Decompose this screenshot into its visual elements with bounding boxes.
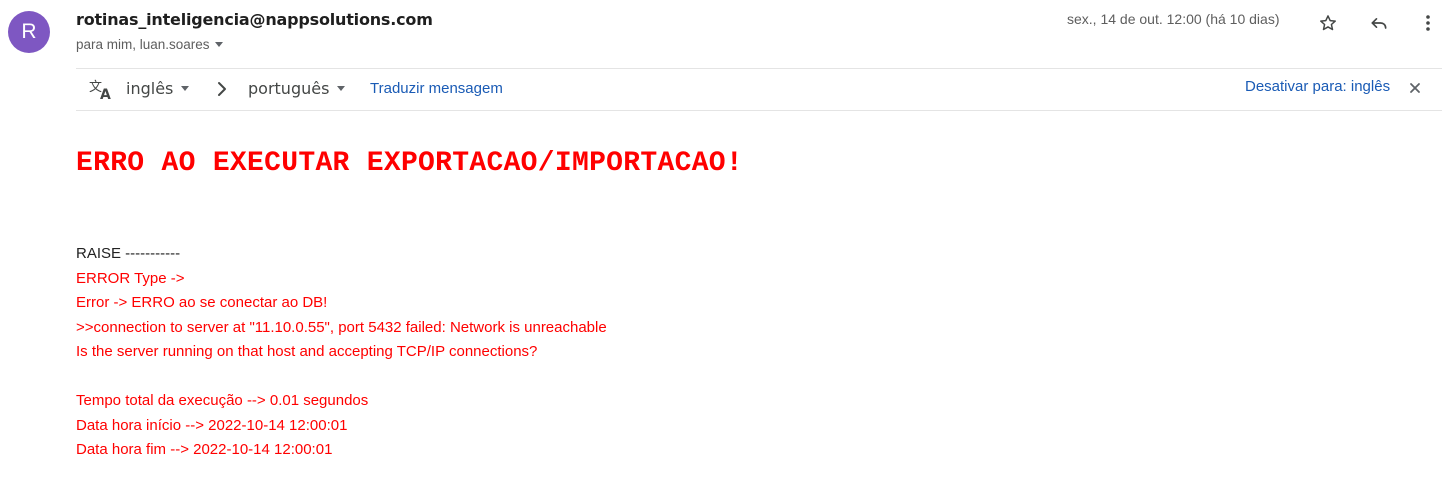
summary-line: Data hora início --> 2022-10-14 12:00:01 [76,416,348,434]
message-body: RAISE ----------- ERROR Type -> Error ->… [76,242,607,463]
translate-icon: 文 A [89,80,111,100]
source-language-label: inglês [126,79,174,98]
error-line: Error -> ERRO ao se conectar ao DB! [76,294,328,311]
source-language-select[interactable]: inglês [126,79,190,98]
message-headline: ERRO AO EXECUTAR EXPORTACAO/IMPORTACAO! [76,148,744,179]
error-line: ERROR Type -> [76,269,185,287]
more-options-button[interactable] [1415,10,1441,36]
reply-icon [1371,18,1387,29]
translation-bar-divider [76,110,1442,111]
message-date: sex., 14 de out. 12:00 (há 10 dias) [1067,11,1280,27]
target-language-select[interactable]: português [248,79,346,98]
header-divider [76,68,1442,69]
raise-line: RAISE ----------- [76,245,181,262]
more-vertical-icon [1426,15,1430,31]
sender-email[interactable]: rotinas_inteligencia@nappsolutions.com [76,10,433,29]
error-line: Is the server running on that host and a… [76,343,538,360]
summary-line: Tempo total da execução --> 0.01 segundo… [76,392,369,409]
recipients-label: para mim, luan.soares [76,37,210,52]
summary-line: Data hora fim --> 2022-10-14 12:00:01 [76,441,333,458]
error-line: >>connection to server at "11.10.0.55", … [76,318,607,336]
close-icon[interactable] [1409,82,1421,94]
svg-text:A: A [100,87,111,100]
disable-translation-link[interactable]: Desativar para: inglês [1245,78,1390,95]
avatar-letter: R [21,20,37,43]
target-language-label: português [248,79,330,98]
recipients-toggle[interactable]: para mim, luan.soares [76,37,223,52]
caret-down-icon [214,42,223,47]
chevron-right-icon [218,82,226,96]
reply-button[interactable] [1366,10,1392,36]
star-button[interactable] [1315,10,1341,36]
translate-message-link[interactable]: Traduzir mensagem [370,80,503,97]
chevron-down-icon [337,86,346,91]
sender-avatar[interactable]: R [8,11,50,53]
star-icon [1320,15,1336,31]
chevron-down-icon [181,86,190,91]
